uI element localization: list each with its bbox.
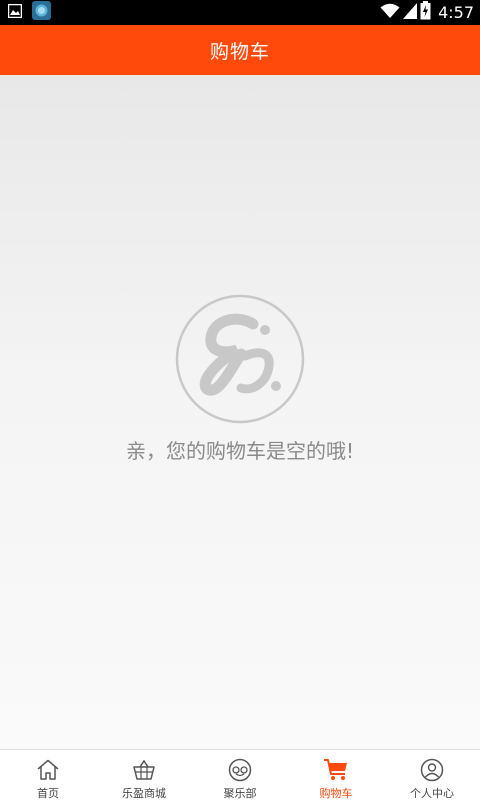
basket-icon — [131, 758, 157, 782]
page-title: 购物车 — [209, 40, 270, 63]
signal-icon — [403, 2, 418, 23]
status-bar-notifications — [7, 1, 51, 24]
nav-label-profile: 个人中心 — [410, 787, 454, 800]
nav-item-home[interactable]: 首页 — [0, 750, 96, 800]
status-time: 4:57 — [438, 3, 474, 22]
app-notification-icon — [32, 1, 51, 24]
image-notification-icon — [7, 3, 23, 22]
nav-item-club[interactable]: 聚乐部 — [192, 750, 288, 800]
status-bar: 4:57 — [0, 0, 480, 25]
club-icon — [227, 758, 253, 782]
wifi-icon — [380, 3, 400, 23]
nav-label-home: 首页 — [37, 787, 59, 800]
status-bar-system: 4:57 — [380, 0, 474, 25]
bottom-nav: 首页 乐盈商城 聚乐部 购物车 个人中心 — [0, 749, 480, 800]
nav-label-club: 聚乐部 — [223, 787, 257, 800]
nav-label-mall: 乐盈商城 — [122, 787, 166, 800]
home-icon — [35, 758, 61, 782]
nav-item-mall[interactable]: 乐盈商城 — [96, 750, 192, 800]
battery-icon — [420, 1, 431, 24]
user-icon — [419, 758, 445, 782]
nav-item-cart[interactable]: 购物车 — [288, 750, 384, 800]
empty-cart-message: 亲，您的购物车是空的哦! — [125, 439, 355, 463]
nav-label-cart: 购物车 — [319, 787, 353, 800]
cart-content: 亲，您的购物车是空的哦! — [0, 75, 480, 749]
app-header: 购物车 — [0, 25, 480, 75]
screen: 4:57 购物车 亲，您的购物车是空的哦! 首页 乐盈商城 聚乐部 购物车 个人… — [0, 0, 480, 800]
cart-icon — [323, 758, 349, 782]
brand-logo-icon — [175, 294, 305, 424]
nav-item-profile[interactable]: 个人中心 — [384, 750, 480, 800]
